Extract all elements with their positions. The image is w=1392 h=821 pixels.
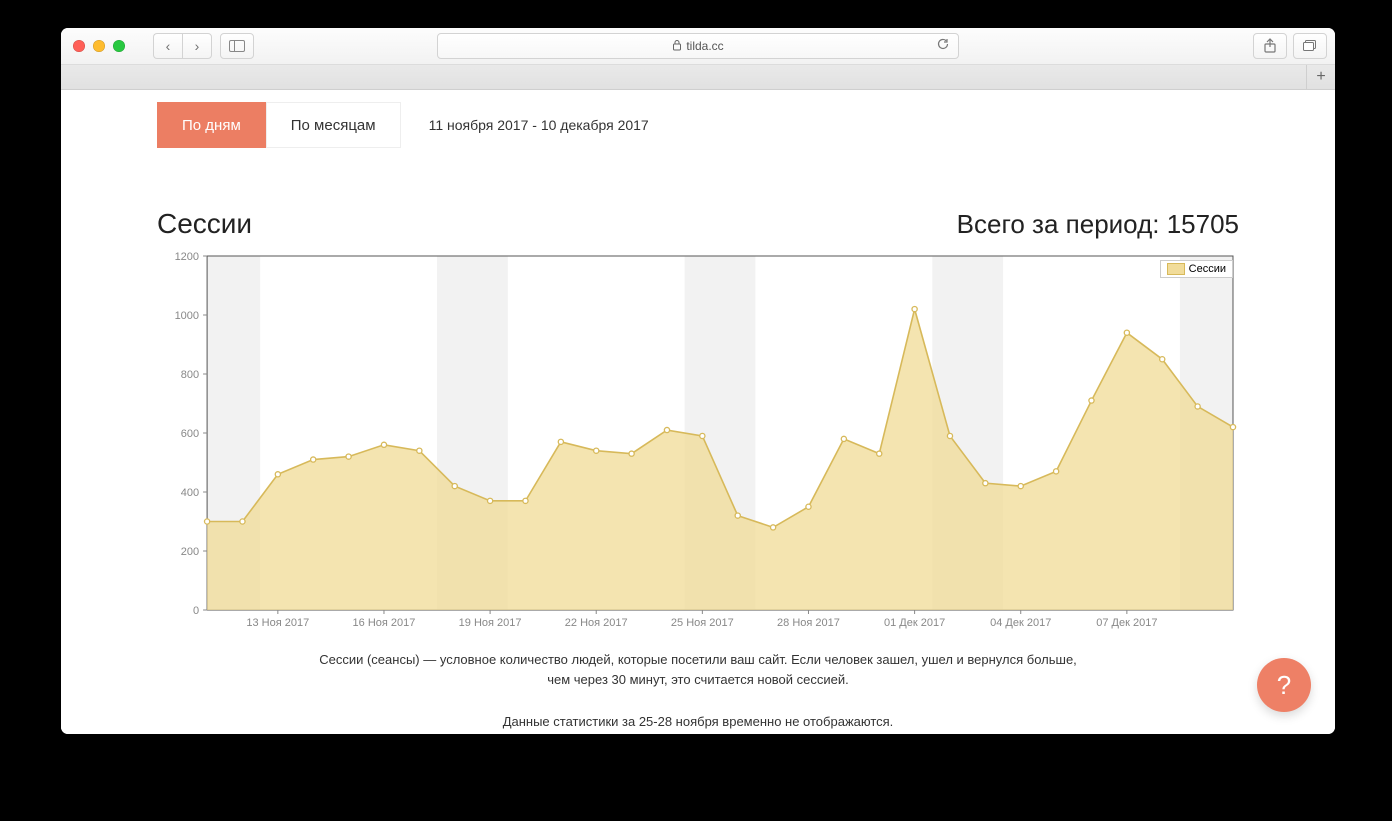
- chart-title: Сессии: [157, 208, 252, 240]
- sidebar-icon: [229, 40, 245, 52]
- chevron-left-icon: ‹: [166, 38, 171, 54]
- share-icon: [1263, 38, 1277, 54]
- legend-label: Сессии: [1189, 263, 1226, 275]
- tabs-icon: [1302, 39, 1318, 53]
- minimize-window-button[interactable]: [93, 40, 105, 52]
- share-button[interactable]: [1253, 33, 1287, 59]
- svg-text:0: 0: [193, 605, 199, 617]
- svg-text:400: 400: [181, 487, 199, 499]
- forward-button[interactable]: ›: [182, 33, 212, 59]
- titlebar: ‹ › tilda.cc: [61, 28, 1335, 65]
- sidebar-toggle-button[interactable]: [220, 33, 254, 59]
- plus-icon: +: [1316, 68, 1325, 86]
- address-bar[interactable]: tilda.cc: [437, 33, 959, 59]
- svg-text:600: 600: [181, 428, 199, 440]
- browser-window: ‹ › tilda.cc: [61, 28, 1335, 734]
- lock-icon: [672, 39, 682, 54]
- back-button[interactable]: ‹: [153, 33, 182, 59]
- nav-buttons: ‹ ›: [153, 33, 212, 59]
- tabs-button[interactable]: [1293, 33, 1327, 59]
- svg-text:1000: 1000: [175, 310, 200, 322]
- help-button[interactable]: ?: [1257, 658, 1311, 712]
- page-content: По дням По месяцам 11 ноября 2017 - 10 д…: [61, 90, 1335, 734]
- chart-description: Сессии (сеансы) — условное количество лю…: [318, 650, 1078, 690]
- window-controls: [73, 40, 125, 52]
- chart-total: Всего за период: 15705: [957, 209, 1239, 240]
- chart-legend: Сессии: [1160, 260, 1233, 278]
- date-range-label: 11 ноября 2017 - 10 декабря 2017: [429, 117, 649, 133]
- address-url: tilda.cc: [686, 39, 723, 53]
- tab-by-months[interactable]: По месяцам: [266, 102, 401, 148]
- reload-button[interactable]: [936, 37, 950, 54]
- svg-text:13 Ноя 2017: 13 Ноя 2017: [246, 617, 309, 629]
- chart-warning: Данные статистики за 25-28 ноября времен…: [157, 714, 1239, 729]
- reload-icon: [936, 37, 950, 51]
- svg-text:19 Ноя 2017: 19 Ноя 2017: [459, 617, 522, 629]
- svg-text:16 Ноя 2017: 16 Ноя 2017: [353, 617, 416, 629]
- tab-by-days[interactable]: По дням: [157, 102, 266, 148]
- sessions-chart: 0 200 400 600 800 1000 1200 13 Ноя 2017 16 Ноя 2…: [157, 252, 1239, 632]
- svg-text:25 Ноя 2017: 25 Ноя 2017: [671, 617, 734, 629]
- granularity-tabs: По дням По месяцам 11 ноября 2017 - 10 д…: [157, 102, 1239, 148]
- tab-strip: +: [61, 65, 1335, 90]
- new-tab-button[interactable]: +: [1306, 65, 1335, 89]
- svg-text:200: 200: [181, 546, 199, 558]
- svg-text:28 Ноя 2017: 28 Ноя 2017: [777, 617, 840, 629]
- svg-text:800: 800: [181, 369, 199, 381]
- svg-text:1200: 1200: [175, 252, 200, 263]
- legend-swatch: [1167, 263, 1185, 275]
- close-window-button[interactable]: [73, 40, 85, 52]
- svg-text:07 Дек 2017: 07 Дек 2017: [1096, 617, 1157, 629]
- svg-text:01 Дек 2017: 01 Дек 2017: [884, 617, 945, 629]
- svg-text:22 Ноя 2017: 22 Ноя 2017: [565, 617, 628, 629]
- zoom-window-button[interactable]: [113, 40, 125, 52]
- svg-text:04 Дек 2017: 04 Дек 2017: [990, 617, 1051, 629]
- chevron-right-icon: ›: [195, 38, 200, 54]
